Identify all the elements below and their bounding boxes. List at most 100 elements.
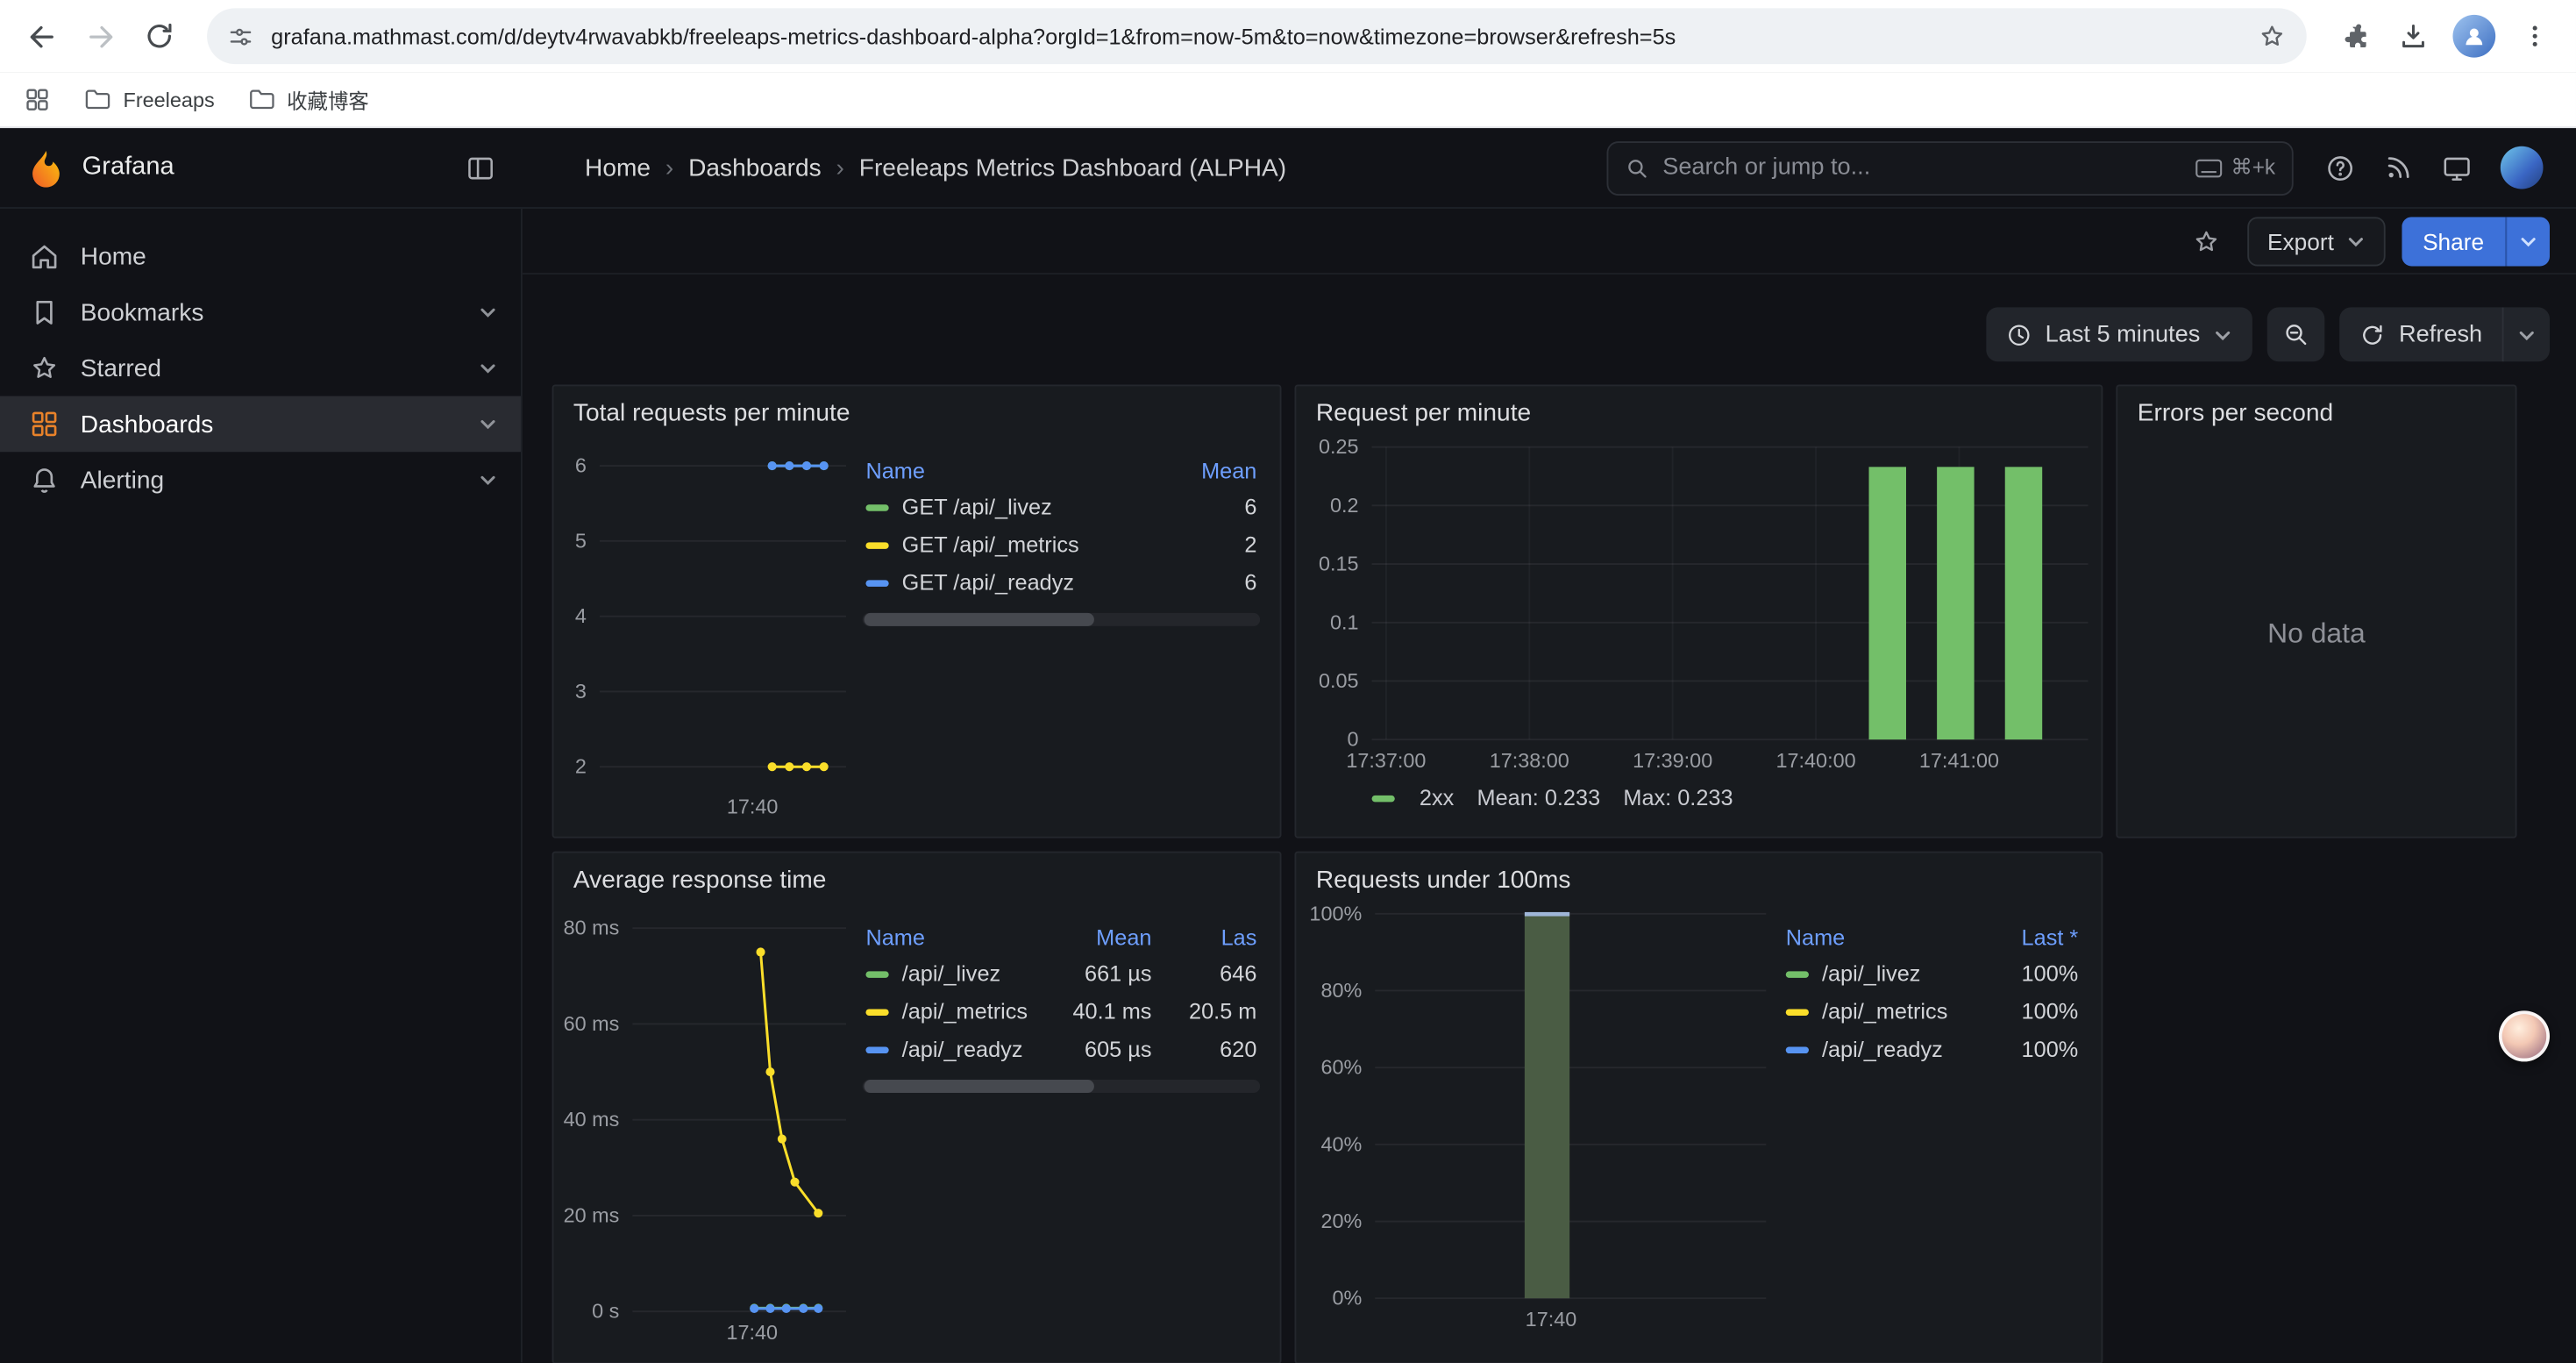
scrollbar-thumb[interactable]	[865, 613, 1095, 626]
panel-title[interactable]: Request per minute	[1296, 386, 2101, 431]
series-value: 2	[1155, 526, 1260, 564]
refresh-button[interactable]: Refresh	[2340, 307, 2550, 361]
sidebar-item-label: Bookmarks	[81, 298, 459, 326]
panel-title[interactable]: Requests under 100ms	[1296, 853, 2101, 897]
legend-header-mean[interactable]: Mean	[1050, 920, 1155, 954]
svg-text:60 ms: 60 ms	[564, 1012, 620, 1035]
series-name[interactable]: GET /api/_readyz	[902, 570, 1074, 595]
address-bar[interactable]: grafana.mathmast.com/d/deytv4rwavabkb/fr…	[207, 8, 2307, 64]
svg-text:20%: 20%	[1320, 1210, 1362, 1232]
screen: grafana.mathmast.com/d/deytv4rwavabkb/fr…	[0, 0, 2576, 1363]
sidebar-item-bookmarks[interactable]: Bookmarks	[0, 284, 521, 340]
sidebar-item-alerting[interactable]: Alerting	[0, 452, 521, 508]
apps-icon	[28, 408, 60, 440]
chevron-down-icon[interactable]	[478, 303, 497, 322]
series-name[interactable]: GET /api/_livez	[902, 495, 1052, 519]
svg-text:80%: 80%	[1320, 979, 1362, 1002]
series-2xx[interactable]: 2xx	[1372, 786, 1455, 810]
sidebar-item-dashboards[interactable]: Dashboards	[0, 396, 521, 453]
panel-title[interactable]: Average response time	[553, 853, 1279, 897]
extensions-button[interactable]	[2326, 8, 2382, 64]
reload-button[interactable]	[132, 8, 188, 64]
scrollbar-thumb[interactable]	[865, 1080, 1095, 1093]
bookmark-star-icon[interactable]	[2257, 21, 2287, 51]
search-input[interactable]: Search or jump to... ⌘+k	[1606, 140, 2293, 195]
series-name[interactable]: /api/_livez	[1822, 961, 1921, 986]
search-icon	[1625, 155, 1649, 180]
favorite-star-icon[interactable]	[2182, 216, 2231, 265]
legend-header-mean[interactable]: Mean	[1155, 453, 1260, 488]
menu-button[interactable]	[2507, 8, 2563, 64]
svg-text:3: 3	[575, 680, 587, 703]
svg-text:17:40: 17:40	[727, 795, 779, 817]
legend-scrollbar[interactable]	[863, 613, 1260, 626]
search-shortcut: ⌘+k	[2231, 154, 2275, 181]
series-color-dash	[865, 1010, 888, 1016]
svg-text:0 s: 0 s	[592, 1300, 619, 1323]
series-name[interactable]: /api/_livez	[902, 961, 1001, 986]
series-name[interactable]: /api/_readyz	[1822, 1037, 1943, 1061]
downloads-button[interactable]	[2386, 8, 2442, 64]
series-value: 100%	[1976, 955, 2081, 993]
svg-text:0.25: 0.25	[1319, 435, 1359, 458]
refresh-interval-caret[interactable]	[2502, 307, 2550, 361]
chevron-down-icon[interactable]	[478, 358, 497, 377]
breadcrumb-item[interactable]: Freeleaps Metrics Dashboard (ALPHA)	[859, 153, 1286, 182]
series-max: Max: 0.233	[1623, 786, 1733, 810]
breadcrumb-item[interactable]: Dashboards	[688, 153, 822, 182]
svg-text:40 ms: 40 ms	[564, 1108, 620, 1131]
apps-grid-icon[interactable]	[23, 85, 51, 113]
assistant-avatar[interactable]	[2499, 1010, 2550, 1061]
breadcrumb-item[interactable]: Home	[585, 153, 651, 182]
help-icon[interactable]	[2324, 152, 2356, 183]
panel-total-requests: Total requests per minute 2345617:40 Nam…	[552, 384, 1282, 838]
legend-scrollbar[interactable]	[863, 1080, 1260, 1093]
user-avatar[interactable]	[2501, 146, 2544, 189]
time-range-picker[interactable]: Last 5 minutes	[1986, 307, 2252, 361]
dashboard-actions: Export Share	[523, 209, 2576, 275]
sidebar-toggle[interactable]	[465, 152, 496, 183]
rss-icon[interactable]	[2384, 153, 2414, 182]
sidebar-item-starred[interactable]: Starred	[0, 340, 521, 396]
series-color-dash	[865, 581, 888, 587]
legend-header-last-[interactable]: Last *	[1976, 920, 2081, 954]
legend-header-name[interactable]: Name	[863, 453, 1156, 488]
sidebar-item-label: Home	[81, 242, 498, 270]
bookmark-folder-label: 收藏博客	[287, 84, 369, 116]
share-menu-caret[interactable]	[2505, 216, 2550, 265]
svg-text:5: 5	[575, 529, 587, 552]
series-name[interactable]: /api/_metrics	[902, 999, 1028, 1024]
chevron-down-icon[interactable]	[478, 470, 497, 489]
sidebar: Home Bookmarks StarredDashboardsAlerting	[0, 209, 523, 1362]
legend-header-name[interactable]: Name	[1783, 920, 1976, 954]
series-value: 605 µs	[1050, 1031, 1155, 1068]
back-button[interactable]	[13, 8, 69, 64]
series-value: 6	[1155, 564, 1260, 602]
svg-text:0%: 0%	[1332, 1287, 1362, 1309]
series-value: 100%	[1976, 1031, 2081, 1068]
bookmark-folder-freeleaps[interactable]: Freeleaps	[84, 87, 215, 111]
panel-requests-under-100ms: Requests under 100ms 0%20%40%60%80%100%1…	[1294, 852, 2103, 1363]
export-button[interactable]: Export	[2248, 216, 2385, 265]
chevron-down-icon[interactable]	[478, 414, 497, 433]
sidebar-item-home[interactable]: Home	[0, 228, 521, 284]
site-settings-icon[interactable]	[227, 22, 255, 50]
series-name[interactable]: GET /api/_metrics	[902, 532, 1079, 557]
legend-inline: 2xx Mean: 0.233 Max: 0.233	[1296, 779, 2101, 824]
bookmark-folder-blogs[interactable]: 收藏博客	[247, 84, 369, 116]
url-text[interactable]: grafana.mathmast.com/d/deytv4rwavabkb/fr…	[271, 24, 2241, 48]
legend-header-name[interactable]: Name	[863, 920, 1050, 954]
forward-button[interactable]	[72, 8, 128, 64]
legend-header-las[interactable]: Las	[1155, 920, 1260, 954]
breadcrumb-separator: ›	[665, 153, 673, 182]
series-name[interactable]: /api/_metrics	[1822, 999, 1947, 1024]
share-button[interactable]: Share	[2402, 216, 2550, 265]
profile-avatar[interactable]	[2452, 15, 2495, 58]
grafana-logo[interactable]	[26, 148, 66, 188]
chart-requests-under-100ms: 0%20%40%60%80%100%17:40	[1296, 897, 1779, 1338]
panel-title[interactable]: Errors per second	[2117, 386, 2515, 431]
panel-title[interactable]: Total requests per minute	[553, 386, 1279, 431]
series-name[interactable]: /api/_readyz	[902, 1037, 1023, 1061]
monitor-icon[interactable]	[2441, 152, 2473, 183]
zoom-out-button[interactable]	[2267, 307, 2325, 361]
